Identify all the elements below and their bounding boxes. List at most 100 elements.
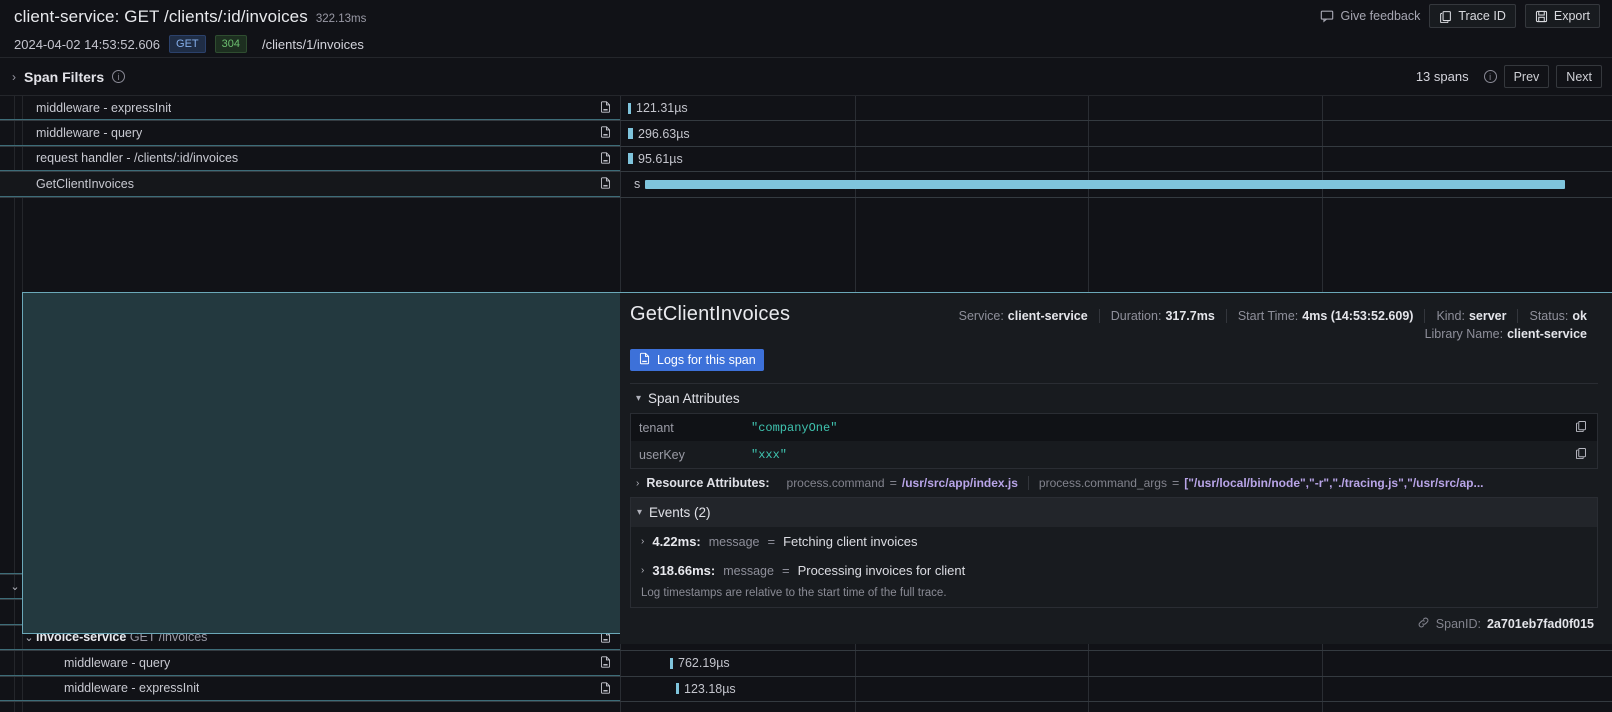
span-logs-icon[interactable] bbox=[599, 151, 612, 168]
give-feedback-label: Give feedback bbox=[1340, 9, 1421, 23]
link-icon[interactable] bbox=[1417, 616, 1430, 632]
event-timestamp: 318.66ms: bbox=[652, 563, 716, 578]
span-attributes-header[interactable]: ▾ Span Attributes bbox=[630, 384, 1598, 413]
span-meta-value: 4ms (14:53:52.609) bbox=[1302, 309, 1414, 323]
event-row[interactable]: › 4.22ms: message = Fetching client invoices bbox=[631, 527, 1597, 556]
span-id-row: SpanID: 2a701eb7fad0f015 bbox=[630, 608, 1598, 632]
span-duration-bar bbox=[645, 179, 1566, 189]
span-meta-key: Duration: bbox=[1110, 309, 1162, 323]
span-filters-label: Span Filters bbox=[24, 68, 105, 85]
trace-timeline: ›middleware - expressInit121.31µs›middle… bbox=[0, 95, 1612, 712]
span-count-info-icon[interactable]: i bbox=[1483, 70, 1497, 83]
table-row[interactable]: ›GetClientInvoices s bbox=[0, 172, 1612, 198]
span-row-label-cell[interactable]: ›GetClientInvoices bbox=[0, 172, 620, 197]
chevron-right-icon[interactable]: › bbox=[641, 536, 644, 547]
span-meta-value: ok bbox=[1572, 309, 1587, 323]
trace-view-root: client-service: GET /clients/:id/invoice… bbox=[0, 0, 1612, 712]
span-logs-icon[interactable] bbox=[599, 681, 612, 698]
chevron-down-icon: ▾ bbox=[636, 393, 642, 404]
table-row[interactable]: ›middleware - expressInit 121.31µs bbox=[0, 96, 1612, 122]
resource-attribute-value: /usr/src/app/index.js bbox=[901, 476, 1018, 490]
resource-attributes-pairs: process.command =/usr/src/app/index.js pro… bbox=[777, 476, 1494, 490]
copy-icon[interactable] bbox=[1575, 420, 1587, 435]
span-attributes-section: ▾ Span Attributes tenant "companyOne" user… bbox=[630, 383, 1598, 469]
span-row-label-cell[interactable]: ›request handler - /clients/:id/invoices bbox=[0, 147, 620, 172]
event-message: Fetching client invoices bbox=[783, 534, 918, 549]
span-duration-bar bbox=[628, 128, 633, 140]
copy-icon bbox=[1439, 10, 1452, 23]
trace-duration: 322.13ms bbox=[315, 13, 367, 25]
span-name: request handler - /clients/:id/invoices bbox=[36, 151, 239, 166]
span-duration-bar bbox=[628, 153, 633, 165]
export-button[interactable]: Export bbox=[1524, 4, 1600, 28]
comment-icon bbox=[1320, 9, 1334, 23]
logs-button-label: Logs for this span bbox=[657, 353, 756, 367]
events-header[interactable]: ▾ Events (2) bbox=[631, 498, 1597, 527]
library-name-value: client-service bbox=[1507, 327, 1587, 341]
trace-id-button[interactable]: Trace ID bbox=[1429, 4, 1516, 28]
span-logs-icon[interactable] bbox=[599, 176, 612, 193]
span-duration-label: 762.19µs bbox=[678, 656, 730, 671]
events-note: Log timestamps are relative to the start… bbox=[641, 587, 947, 599]
span-count: 13 spans bbox=[1415, 69, 1469, 84]
trace-id-label: Trace ID bbox=[1458, 9, 1506, 23]
attribute-value: "xxx" bbox=[751, 447, 788, 462]
span-meta-key: Kind: bbox=[1436, 309, 1465, 323]
logs-for-this-span-button[interactable]: Logs for this span bbox=[630, 349, 764, 371]
span-row-label-cell[interactable]: ›middleware - query bbox=[0, 121, 620, 146]
span-row-label-cell[interactable]: ›middleware - query bbox=[0, 651, 620, 676]
span-expand-toggle[interactable]: ⌄ bbox=[8, 580, 22, 593]
trace-header: client-service: GET /clients/:id/invoice… bbox=[0, 0, 1612, 57]
span-filters-info-icon[interactable]: i bbox=[112, 70, 126, 83]
span-logs-icon[interactable] bbox=[599, 125, 612, 142]
table-row[interactable]: ›middleware - expressInit 123.18µs bbox=[0, 677, 1612, 702]
table-row[interactable]: ›middleware - query 296.63µs bbox=[0, 121, 1612, 147]
event-key: message bbox=[723, 563, 774, 578]
equals-sign: = bbox=[889, 476, 897, 490]
chevron-down-icon: ▾ bbox=[637, 507, 643, 518]
span-filters-toggle[interactable]: › bbox=[6, 70, 22, 84]
equals-sign: = bbox=[781, 563, 790, 578]
span-logs-icon[interactable] bbox=[599, 100, 612, 117]
chevron-right-icon[interactable]: › bbox=[641, 565, 644, 576]
resource-attributes-label: Resource Attributes: bbox=[646, 476, 770, 490]
event-row[interactable]: › 318.66ms: message = Processing invoices fo… bbox=[631, 556, 1597, 585]
resource-attributes-row[interactable]: › Resource Attributes: process.command = /… bbox=[630, 469, 1598, 497]
span-meta-value: 317.7ms bbox=[1165, 309, 1215, 323]
span-row-timing-cell: 121.31µs bbox=[620, 96, 1612, 120]
give-feedback-button[interactable]: Give feedback bbox=[1320, 9, 1420, 23]
prev-span-button[interactable]: Prev bbox=[1503, 65, 1550, 88]
span-row-timing-cell: 762.19µs bbox=[620, 651, 1612, 675]
span-row-label-cell[interactable]: ›middleware - expressInit bbox=[0, 96, 620, 121]
span-meta-item: Duration: 317.7ms bbox=[1098, 309, 1226, 323]
span-attribute-row: tenant "companyOne" bbox=[631, 414, 1597, 441]
span-meta-item: Kind: server bbox=[1424, 309, 1517, 323]
span-name: middleware - expressInit bbox=[36, 100, 172, 115]
span-meta-key: Status: bbox=[1529, 309, 1569, 323]
span-duration-bar bbox=[670, 657, 673, 669]
table-row[interactable]: ›request handler - /clients/:id/invoices… bbox=[0, 147, 1612, 173]
resource-attribute-value: ["/usr/local/bin/node","-r","./tracing.j… bbox=[1184, 476, 1484, 490]
chevron-right-icon[interactable]: › bbox=[636, 478, 639, 489]
resource-attribute-pair: process.command_args = ["/usr/local/bin/no… bbox=[1027, 476, 1494, 490]
next-span-button[interactable]: Next bbox=[1556, 65, 1602, 88]
span-attributes-label: Span Attributes bbox=[648, 391, 740, 406]
span-meta-value: client-service bbox=[1007, 309, 1088, 323]
http-method-badge: GET bbox=[169, 35, 206, 53]
span-row-timing-cell: s bbox=[620, 172, 1612, 196]
span-meta-item: Status: ok bbox=[1517, 309, 1598, 323]
log-file-icon bbox=[638, 352, 651, 368]
span-row-timing-cell: 95.61µs bbox=[620, 147, 1612, 171]
copy-icon[interactable] bbox=[1575, 447, 1587, 462]
span-meta-key: Service: bbox=[958, 309, 1004, 323]
span-name: middleware - query bbox=[36, 126, 143, 141]
span-logs-icon[interactable] bbox=[599, 655, 612, 672]
span-meta-item: Start Time: 4ms (14:53:52.609) bbox=[1225, 309, 1425, 323]
span-row-label-cell[interactable]: ›middleware - expressInit bbox=[0, 677, 620, 701]
events-list: › 4.22ms: message = Fetching client invoices… bbox=[631, 527, 1597, 585]
table-row[interactable]: ›middleware - query 762.19µs bbox=[0, 651, 1612, 677]
span-filters-bar: › Span Filters i 13 spans i Prev Next bbox=[0, 57, 1612, 95]
span-id-label: SpanID: bbox=[1435, 617, 1481, 631]
header-actions: Give feedback Trace ID Export bbox=[1320, 4, 1600, 28]
resource-attribute-key: process.command_args bbox=[1038, 476, 1167, 490]
